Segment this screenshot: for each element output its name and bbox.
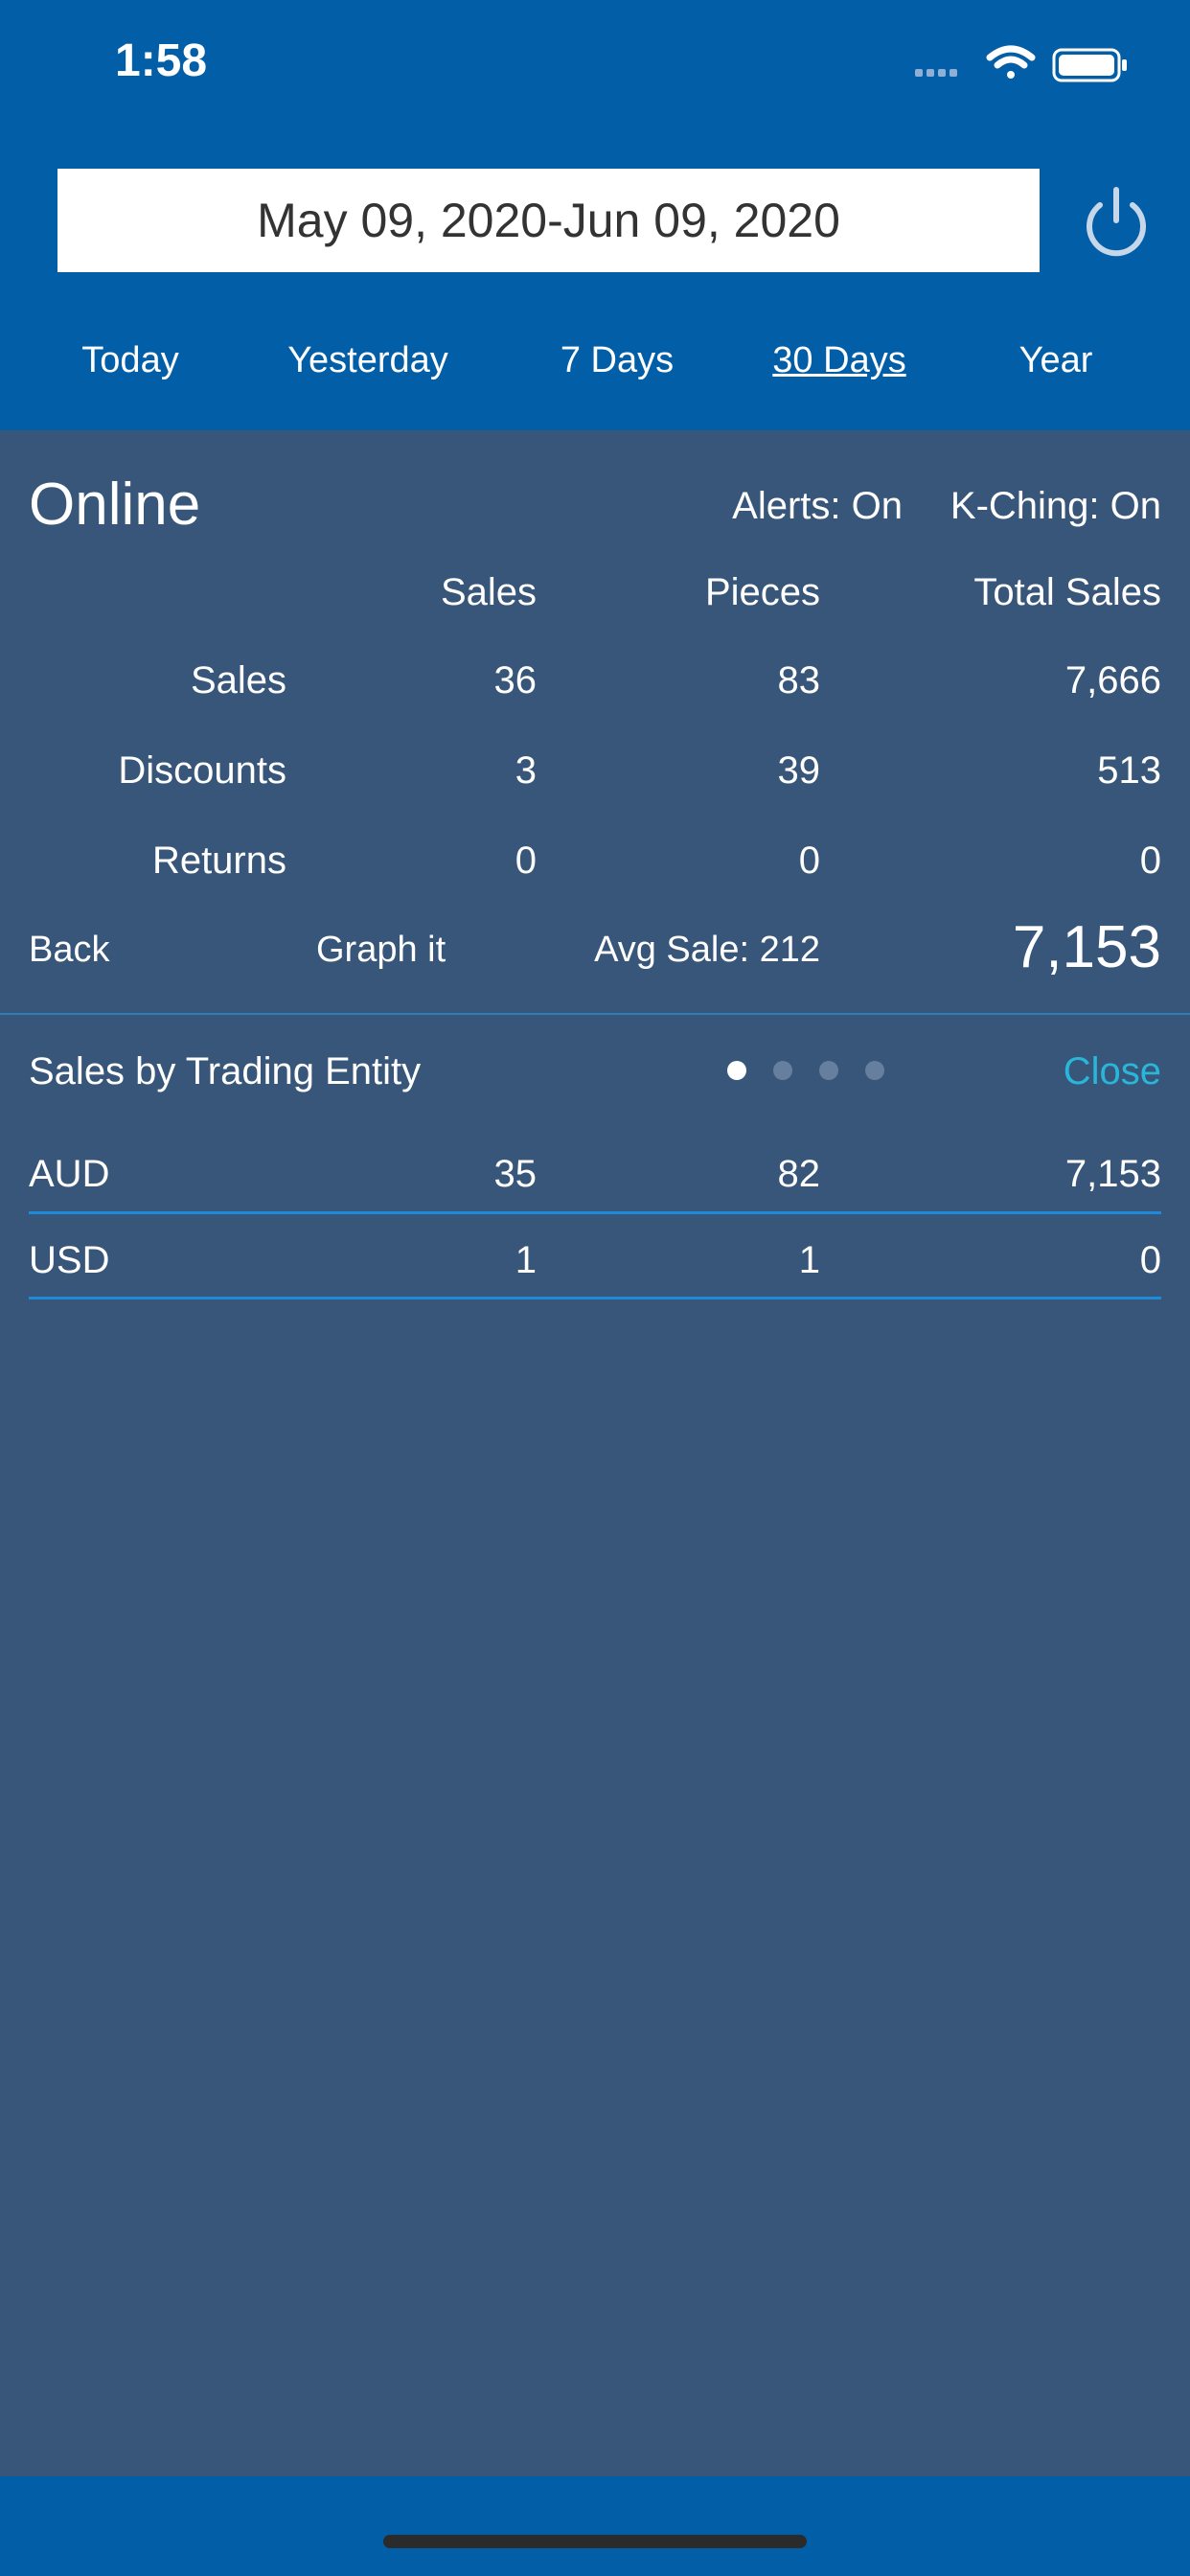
entity-currency: USD xyxy=(29,1239,110,1281)
tab-yesterday[interactable]: Yesterday xyxy=(287,340,448,381)
row-divider xyxy=(29,1211,1161,1214)
avg-sale: Avg Sale: 212 xyxy=(594,930,820,970)
date-range-picker[interactable]: May 09, 2020 - Jun 09, 2020 xyxy=(57,169,1040,272)
power-icon[interactable] xyxy=(1083,184,1150,257)
entity-sales: 35 xyxy=(493,1153,538,1195)
entity-total: 7,153 xyxy=(1064,1153,1161,1195)
home-indicator[interactable] xyxy=(383,2535,807,2548)
entity-pieces: 1 xyxy=(798,1239,820,1281)
page-dot[interactable] xyxy=(819,1061,838,1080)
row-label: Sales xyxy=(190,659,286,702)
page-dot-active[interactable] xyxy=(727,1061,746,1080)
bottom-bar xyxy=(0,2476,1190,2576)
row-sales: 36 xyxy=(493,659,538,702)
row-label: Discounts xyxy=(118,749,286,792)
row-pieces: 83 xyxy=(777,659,821,702)
entity-total: 0 xyxy=(1139,1239,1161,1281)
row-divider xyxy=(29,1297,1161,1300)
row-total: 7,666 xyxy=(1064,659,1161,702)
page-dot[interactable] xyxy=(865,1061,884,1080)
header: 1:58 May 09, 2020 - Jun 09, 2020 Today Y… xyxy=(0,0,1190,430)
tab-30-days[interactable]: 30 Days xyxy=(772,340,905,381)
graph-it-button[interactable]: Graph it xyxy=(316,932,446,968)
alerts-toggle[interactable]: Alerts: On xyxy=(732,487,903,525)
date-end: Jun 09, 2020 xyxy=(562,194,840,247)
back-button[interactable]: Back xyxy=(29,932,109,968)
row-label: Returns xyxy=(151,840,286,882)
tab-year[interactable]: Year xyxy=(1019,340,1093,381)
page-dot[interactable] xyxy=(773,1061,792,1080)
section-divider xyxy=(0,1013,1190,1015)
wifi-icon xyxy=(986,45,1036,79)
row-total: 0 xyxy=(1139,840,1161,882)
row-pieces: 39 xyxy=(777,749,821,792)
store-name: Online xyxy=(29,472,201,538)
column-header-pieces: Pieces xyxy=(704,571,820,613)
entity-sales: 1 xyxy=(515,1239,537,1281)
tab-7-days[interactable]: 7 Days xyxy=(561,340,674,381)
column-header-total-sales: Total Sales xyxy=(973,571,1161,613)
signal-icon xyxy=(915,69,957,77)
entity-pieces: 82 xyxy=(777,1153,821,1195)
status-time: 1:58 xyxy=(115,35,208,86)
column-header-sales: Sales xyxy=(440,571,537,613)
net-total: 7,153 xyxy=(1012,914,1161,980)
kching-toggle[interactable]: K-Ching: On xyxy=(950,487,1161,525)
entity-currency: AUD xyxy=(29,1153,110,1195)
date-start: May 09, 2020 xyxy=(257,194,548,247)
close-button[interactable]: Close xyxy=(1064,1052,1161,1091)
date-separator: - xyxy=(547,194,563,247)
row-sales: 0 xyxy=(515,840,537,882)
row-pieces: 0 xyxy=(798,840,820,882)
tab-today[interactable]: Today xyxy=(81,340,178,381)
range-tabs: Today Yesterday 7 Days 30 Days Year xyxy=(0,340,1190,398)
row-sales: 3 xyxy=(515,749,537,792)
row-total: 513 xyxy=(1097,749,1161,792)
entity-section-title: Sales by Trading Entity xyxy=(29,1050,422,1092)
battery-icon xyxy=(1052,48,1127,82)
status-icons xyxy=(915,45,1127,82)
